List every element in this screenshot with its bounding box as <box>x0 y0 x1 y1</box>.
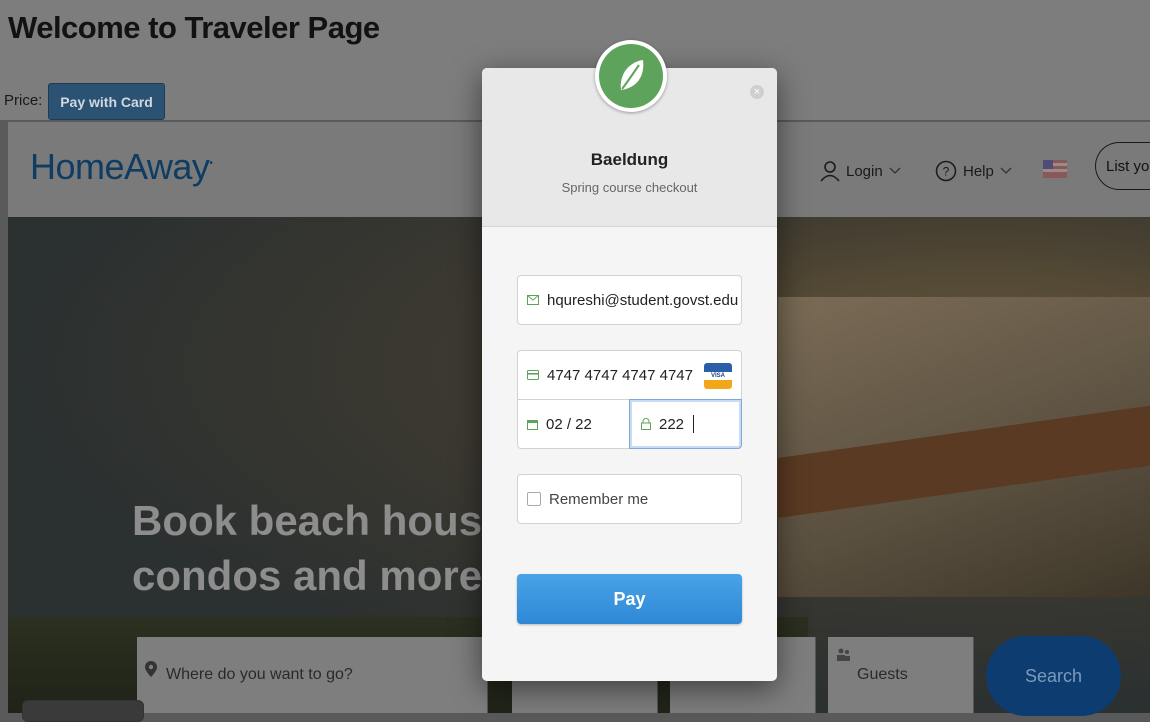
checkout-description: Spring course checkout <box>561 180 698 195</box>
chevron-down-icon <box>889 167 901 174</box>
expiry-field[interactable]: 02 / 22 <box>517 399 630 449</box>
page-title: Welcome to Traveler Page <box>8 10 380 45</box>
hero-headline-line2: condos and more, w <box>132 552 539 599</box>
card-number-value: 4747 4747 4747 4747 <box>547 366 693 384</box>
expiry-value: 02 / 22 <box>546 415 592 433</box>
cvc-field[interactable]: 222 <box>629 399 742 449</box>
guests-label: Guests <box>857 666 908 683</box>
pay-with-card-button[interactable]: Pay with Card <box>48 83 165 120</box>
merchant-name: Baeldung <box>590 150 669 169</box>
stripe-badge <box>22 700 144 722</box>
text-cursor <box>693 415 695 433</box>
destination-placeholder: Where do you want to go? <box>166 666 353 683</box>
search-button[interactable]: Search <box>986 636 1121 716</box>
chevron-down-icon <box>1000 167 1012 174</box>
mail-icon <box>527 295 539 305</box>
user-icon <box>820 161 840 182</box>
guests-icon <box>837 648 850 661</box>
homeaway-logo[interactable]: HomeAway• <box>30 146 213 188</box>
nav-login[interactable]: Login <box>820 160 901 182</box>
price-label: Price: <box>4 92 43 109</box>
merchant-logo <box>595 40 667 112</box>
remember-me-checkbox[interactable]: Remember me <box>517 474 742 524</box>
card-number-field[interactable]: 4747 4747 4747 4747 VISA <box>517 350 742 400</box>
help-icon: ? <box>935 160 957 182</box>
pay-button[interactable]: Pay <box>517 574 742 624</box>
hero-headline-line1: Book beach houses, <box>132 497 541 544</box>
lock-icon <box>641 418 651 430</box>
cvc-value: 222 <box>659 415 685 433</box>
language-flag-icon[interactable] <box>1043 160 1067 178</box>
email-field[interactable]: hqureshi@student.govst.edu <box>517 275 742 325</box>
svg-text:?: ? <box>943 165 950 179</box>
location-pin-icon <box>145 661 157 677</box>
credit-card-icon <box>527 370 539 380</box>
list-property-button[interactable]: List you <box>1095 142 1150 190</box>
checkbox-icon[interactable] <box>527 492 541 506</box>
help-label: Help <box>963 162 994 180</box>
email-value: hqureshi@student.govst.edu <box>547 291 739 309</box>
close-icon[interactable]: × <box>750 85 764 99</box>
leaf-icon <box>620 60 644 90</box>
remember-me-label: Remember me <box>549 490 649 508</box>
calendar-icon <box>527 419 538 430</box>
visa-icon: VISA <box>704 363 732 389</box>
login-label: Login <box>846 162 883 180</box>
nav-help[interactable]: ? Help <box>935 160 1012 182</box>
checkout-modal: × Baeldung Spring course checkout hqures… <box>482 40 777 681</box>
